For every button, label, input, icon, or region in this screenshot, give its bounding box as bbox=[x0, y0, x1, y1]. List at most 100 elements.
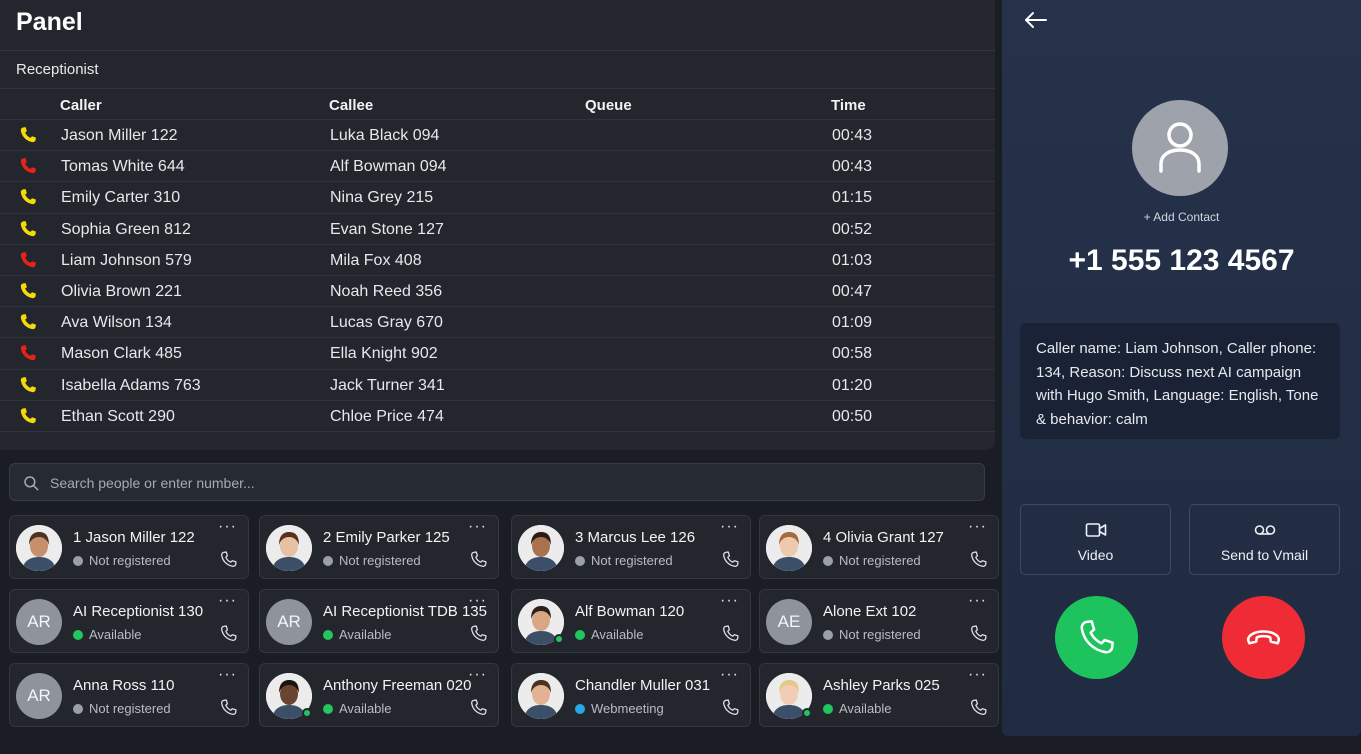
contact-card[interactable]: AR AI Receptionist TDB 135 Available ··· bbox=[259, 589, 499, 653]
contact-card[interactable]: AE Alone Ext 102 Not registered ··· bbox=[759, 589, 999, 653]
column-time[interactable]: Time bbox=[831, 97, 866, 114]
status-dot bbox=[73, 704, 83, 714]
caller-cell: Mason Clark 485 bbox=[61, 345, 182, 363]
table-row[interactable]: Tomas White 644 Alf Bowman 094 00:43 bbox=[0, 151, 995, 183]
phone-icon[interactable] bbox=[469, 624, 488, 643]
avatar bbox=[518, 673, 564, 719]
time-cell: 01:09 bbox=[832, 314, 873, 332]
call-status-icon bbox=[20, 127, 36, 143]
status-dot bbox=[575, 704, 585, 714]
phone-icon[interactable] bbox=[969, 624, 988, 643]
contact-name: Alone Ext 102 bbox=[823, 603, 917, 620]
contact-card[interactable]: 1 Jason Miller 122 Not registered ··· bbox=[9, 515, 249, 579]
contact-card[interactable]: 4 Olivia Grant 127 Not registered ··· bbox=[759, 515, 999, 579]
status-dot bbox=[823, 630, 833, 640]
contact-status: Not registered bbox=[323, 553, 421, 568]
more-options-icon[interactable]: ··· bbox=[218, 592, 237, 610]
time-cell: 00:58 bbox=[832, 345, 873, 363]
contact-card[interactable]: 3 Marcus Lee 126 Not registered ··· bbox=[511, 515, 751, 579]
contact-card[interactable]: AR Anna Ross 110 Not registered ··· bbox=[9, 663, 249, 727]
phone-icon[interactable] bbox=[469, 698, 488, 717]
back-arrow-icon[interactable] bbox=[1022, 8, 1050, 32]
contact-card[interactable]: Alf Bowman 120 Available ··· bbox=[511, 589, 751, 653]
phone-icon[interactable] bbox=[721, 698, 740, 717]
status-label: Available bbox=[839, 701, 892, 716]
contact-status: Webmeeting bbox=[575, 701, 664, 716]
call-status-icon bbox=[20, 220, 36, 236]
phone-icon[interactable] bbox=[219, 698, 238, 717]
decline-button[interactable] bbox=[1222, 596, 1305, 679]
answer-button[interactable] bbox=[1055, 596, 1138, 679]
add-contact-link[interactable]: + Add Contact bbox=[1002, 210, 1361, 224]
phone-icon[interactable] bbox=[969, 698, 988, 717]
more-options-icon[interactable]: ··· bbox=[968, 592, 987, 610]
status-dot bbox=[73, 630, 83, 640]
more-options-icon[interactable]: ··· bbox=[468, 592, 487, 610]
contact-name: Anna Ross 110 bbox=[73, 677, 175, 694]
contact-card[interactable]: Ashley Parks 025 Available ··· bbox=[759, 663, 999, 727]
column-caller[interactable]: Caller bbox=[60, 97, 102, 114]
phone-icon[interactable] bbox=[219, 624, 238, 643]
time-cell: 00:43 bbox=[832, 158, 873, 176]
contact-card[interactable]: 2 Emily Parker 125 Not registered ··· bbox=[259, 515, 499, 579]
callee-cell: Lucas Gray 670 bbox=[330, 314, 443, 332]
table-row[interactable]: Emily Carter 310 Nina Grey 215 01:15 bbox=[0, 182, 995, 214]
callee-cell: Noah Reed 356 bbox=[330, 282, 443, 300]
search-input[interactable]: Search people or enter number... bbox=[9, 463, 985, 501]
status-dot bbox=[575, 556, 585, 566]
table-row[interactable]: Jason Miller 122 Luka Black 094 00:43 bbox=[0, 120, 995, 152]
more-options-icon[interactable]: ··· bbox=[720, 518, 739, 536]
status-dot bbox=[323, 630, 333, 640]
contact-name: Alf Bowman 120 bbox=[575, 603, 685, 620]
table-row[interactable]: Ava Wilson 134 Lucas Gray 670 01:09 bbox=[0, 307, 995, 339]
phone-icon[interactable] bbox=[721, 550, 740, 569]
phone-icon[interactable] bbox=[721, 624, 740, 643]
caller-cell: Liam Johnson 579 bbox=[61, 251, 192, 269]
calls-table: Jason Miller 122 Luka Black 094 00:43 Tomas… bbox=[0, 120, 995, 432]
time-cell: 00:50 bbox=[832, 407, 873, 425]
contact-name: 1 Jason Miller 122 bbox=[73, 529, 195, 546]
table-row[interactable]: Mason Clark 485 Ella Knight 902 00:58 bbox=[0, 338, 995, 370]
more-options-icon[interactable]: ··· bbox=[968, 666, 987, 684]
avatar: AR bbox=[266, 599, 312, 645]
contact-status: Available bbox=[823, 701, 892, 716]
phone-icon[interactable] bbox=[219, 550, 238, 569]
send-to-vmail-button[interactable]: Send to Vmail bbox=[1189, 504, 1340, 575]
contact-status: Not registered bbox=[823, 553, 921, 568]
time-cell: 00:47 bbox=[832, 282, 873, 300]
table-row[interactable]: Olivia Brown 221 Noah Reed 356 00:47 bbox=[0, 276, 995, 308]
phone-icon[interactable] bbox=[969, 550, 988, 569]
more-options-icon[interactable]: ··· bbox=[468, 666, 487, 684]
avatar: AR bbox=[16, 599, 62, 645]
caller-cell: Emily Carter 310 bbox=[61, 189, 181, 207]
more-options-icon[interactable]: ··· bbox=[218, 666, 237, 684]
voicemail-icon bbox=[1254, 525, 1275, 535]
table-row[interactable]: Liam Johnson 579 Mila Fox 408 01:03 bbox=[0, 245, 995, 276]
status-label: Not registered bbox=[591, 553, 673, 568]
table-row[interactable]: Sophia Green 812 Evan Stone 127 00:52 bbox=[0, 214, 995, 245]
column-callee[interactable]: Callee bbox=[329, 97, 373, 114]
status-label: Available bbox=[591, 627, 644, 642]
caller-cell: Tomas White 644 bbox=[61, 158, 185, 176]
more-options-icon[interactable]: ··· bbox=[218, 518, 237, 536]
table-row[interactable]: Ethan Scott 290 Chloe Price 474 00:50 bbox=[0, 401, 995, 432]
page-title: Panel bbox=[16, 8, 83, 36]
contact-card[interactable]: AR AI Receptionist 130 Available ··· bbox=[9, 589, 249, 653]
call-status-icon bbox=[20, 158, 36, 174]
more-options-icon[interactable]: ··· bbox=[720, 666, 739, 684]
more-options-icon[interactable]: ··· bbox=[968, 518, 987, 536]
status-label: Not registered bbox=[339, 553, 421, 568]
contact-card[interactable]: Anthony Freeman 020 Available ··· bbox=[259, 663, 499, 727]
more-options-icon[interactable]: ··· bbox=[468, 518, 487, 536]
phone-icon[interactable] bbox=[469, 550, 488, 569]
person-photo-icon bbox=[518, 673, 564, 719]
video-button[interactable]: Video bbox=[1020, 504, 1171, 575]
column-queue[interactable]: Queue bbox=[585, 97, 632, 114]
more-options-icon[interactable]: ··· bbox=[720, 592, 739, 610]
table-row[interactable]: Isabella Adams 763 Jack Turner 341 01:20 bbox=[0, 370, 995, 401]
callee-cell: Ella Knight 902 bbox=[330, 345, 438, 363]
avatar bbox=[266, 525, 312, 571]
person-photo-icon bbox=[266, 525, 312, 571]
contact-card[interactable]: Chandler Muller 031 Webmeeting ··· bbox=[511, 663, 751, 727]
status-label: Available bbox=[89, 627, 142, 642]
